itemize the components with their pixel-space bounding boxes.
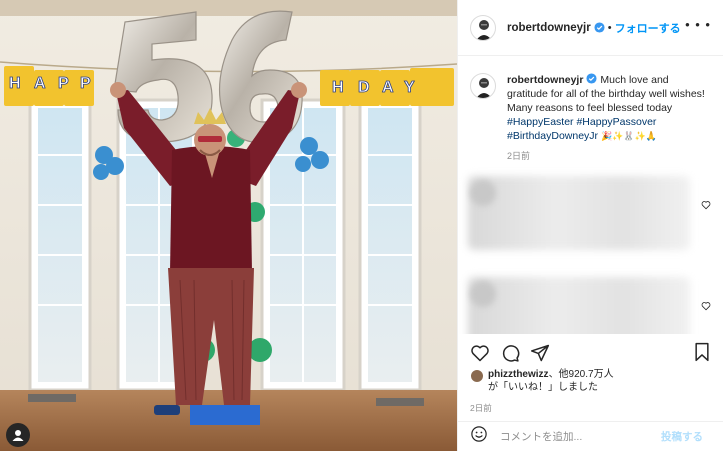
comment-like-heart-icon[interactable] <box>701 301 711 311</box>
caption-text-block: robertdowneyjr Much love and gratitude f… <box>507 73 711 143</box>
birthday-photo-image: HAPP HDAY <box>0 0 457 451</box>
like-heart-icon[interactable] <box>470 343 490 363</box>
liker-avatar <box>470 369 484 383</box>
svg-text:H: H <box>9 75 21 92</box>
hashtag-birthdaydowneyjr[interactable]: #BirthdayDowneyJr <box>507 130 598 142</box>
svg-text:A: A <box>382 79 394 96</box>
comment-like-heart-icon[interactable] <box>701 200 711 210</box>
username[interactable]: robertdowneyjr <box>507 22 591 34</box>
caption-avatar[interactable] <box>470 73 496 99</box>
post-comment-button[interactable]: 投稿する <box>661 429 703 444</box>
likes-count[interactable]: 、他920.7万人 <box>549 369 614 380</box>
caption-timestamp: 2日前 <box>507 151 531 161</box>
svg-text:D: D <box>358 79 370 96</box>
verified-badge-icon <box>586 73 597 84</box>
blurred-avatar <box>470 180 496 206</box>
user-tag-icon[interactable] <box>6 423 30 447</box>
liker-username[interactable]: phizzthewizz <box>488 369 549 380</box>
blurred-comment <box>458 168 723 263</box>
separator-dot: • <box>607 21 612 34</box>
svg-text:Y: Y <box>404 79 415 96</box>
post-timestamp: 2日前 <box>470 403 492 413</box>
blurred-comment-content <box>468 176 690 250</box>
blurred-comment <box>458 269 723 334</box>
likes-suffix: が「いいね！」しました <box>488 382 598 393</box>
save-bookmark-icon[interactable] <box>693 342 711 367</box>
verified-badge-icon <box>594 22 605 33</box>
likes-summary[interactable]: phizzthewizz、他920.7万人 が「いいね！」しました <box>470 368 614 394</box>
caption: robertdowneyjr Much love and gratitude f… <box>458 57 723 143</box>
post-photo[interactable]: HAPP HDAY <box>0 0 457 451</box>
post-header: robertdowneyjr • フォローする • • • <box>458 0 723 56</box>
svg-text:P: P <box>80 75 91 92</box>
caption-emojis: 🎉✨🐰✨🙏 <box>600 131 657 141</box>
emoji-smiley-icon[interactable] <box>470 425 488 448</box>
add-comment-bar: コメントを追加... 投稿する <box>458 421 723 451</box>
follow-button[interactable]: フォローする <box>615 20 681 36</box>
svg-text:H: H <box>332 79 344 96</box>
action-bar <box>458 340 723 366</box>
comment-list[interactable]: robertdowneyjr Much love and gratitude f… <box>458 57 723 334</box>
share-paper-plane-icon[interactable] <box>530 343 550 363</box>
avatar[interactable] <box>470 14 496 41</box>
comment-input[interactable]: コメントを追加... <box>500 429 582 444</box>
hashtag-happyeaster[interactable]: #HappyEaster <box>507 116 574 128</box>
comment-bubble-icon[interactable] <box>500 343 520 363</box>
blurred-avatar <box>470 281 496 307</box>
svg-text:P: P <box>58 75 69 92</box>
post-side-panel: robertdowneyjr • フォローする • • • robertdown… <box>457 0 723 451</box>
blurred-comment-content <box>468 277 690 334</box>
svg-text:A: A <box>34 75 46 92</box>
hashtag-happypassover[interactable]: #HappyPassover <box>576 116 656 128</box>
more-options-icon[interactable]: • • • <box>685 18 711 31</box>
caption-username[interactable]: robertdowneyjr <box>507 74 583 86</box>
